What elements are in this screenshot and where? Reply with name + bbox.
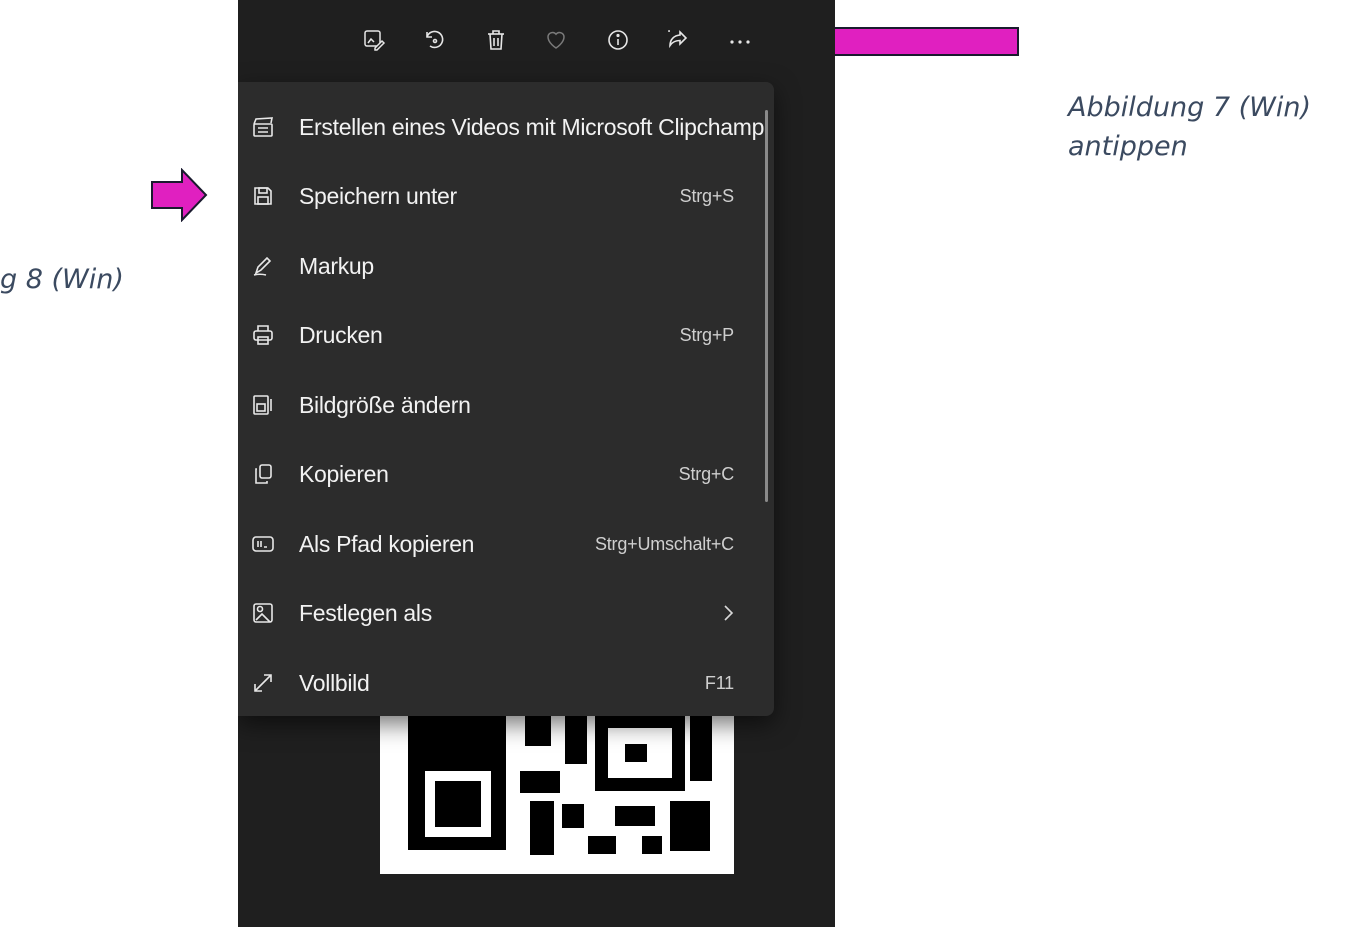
menu-item-shortcut: Strg+P: [679, 324, 735, 345]
photos-app-window: Erstellen eines Videos mit Microsoft Cli…: [238, 0, 835, 927]
chevron-right-icon: [724, 605, 734, 621]
print-icon: [250, 322, 276, 348]
fullscreen-icon: [250, 670, 276, 696]
info-button[interactable]: [600, 22, 636, 58]
delete-icon: [488, 30, 504, 50]
edit-image-button[interactable]: [356, 22, 392, 58]
menu-item-shortcut: F11: [704, 672, 734, 693]
menu-item-shortcut: Strg+S: [679, 185, 735, 206]
caption-abbildung-8: g 8 (Win): [0, 264, 124, 295]
menu-item-label: Vollbild: [299, 669, 370, 696]
menu-item-shortcut: Strg+Umschalt+C: [594, 533, 734, 554]
menu-item-save-as[interactable]: Speichern unter Strg+S: [238, 166, 758, 226]
caption-line-1: Abbildung 7 (Win): [1068, 92, 1311, 123]
copy-path-icon: [250, 531, 276, 557]
caption-abbildung-7: Abbildung 7 (Win) antippen: [1068, 88, 1358, 166]
resize-icon: [250, 392, 276, 418]
menu-item-markup[interactable]: Markup: [238, 236, 758, 296]
favorite-button[interactable]: [538, 22, 574, 58]
menu-item-label: Als Pfad kopieren: [299, 530, 475, 557]
clipchamp-icon: [250, 114, 276, 140]
menu-item-clipchamp[interactable]: Erstellen eines Videos mit Microsoft Cli…: [238, 97, 764, 157]
menu-item-resize[interactable]: Bildgröße ändern: [238, 375, 758, 435]
rotate-button[interactable]: [416, 22, 452, 58]
menu-item-label: Kopieren: [299, 460, 389, 487]
menu-item-shortcut: Strg+C: [678, 463, 735, 484]
menu-item-print[interactable]: Drucken Strg+P: [238, 305, 758, 365]
menu-item-label: Festlegen als: [299, 599, 432, 626]
arrow-right-pointing-icon: [151, 168, 208, 222]
menu-item-label: Drucken: [299, 321, 383, 348]
favorite-icon: [547, 31, 565, 49]
copy-icon: [250, 461, 276, 487]
more-icon: [730, 40, 750, 44]
save-icon: [250, 183, 276, 209]
caption-line-2: antippen: [1068, 131, 1188, 162]
markup-icon: [250, 253, 276, 279]
share-icon: [668, 30, 688, 49]
edit-image-icon: [364, 30, 386, 51]
delete-button[interactable]: [478, 22, 514, 58]
menu-scrollbar[interactable]: [765, 110, 768, 502]
menu-item-fullscreen[interactable]: Vollbild F11: [238, 653, 758, 713]
qr-code-image: [380, 716, 734, 874]
toolbar: [238, 0, 835, 78]
menu-item-set-as[interactable]: Festlegen als: [238, 583, 758, 643]
set-as-icon: [250, 600, 276, 626]
menu-item-label: Markup: [299, 252, 374, 279]
menu-item-copy-path[interactable]: Als Pfad kopieren Strg+Umschalt+C: [238, 514, 758, 574]
menu-item-label: Bildgröße ändern: [299, 391, 471, 418]
menu-item-label: Erstellen eines Videos mit Microsoft Cli…: [299, 113, 765, 140]
menu-item-label: Speichern unter: [299, 182, 457, 209]
menu-item-copy[interactable]: Kopieren Strg+C: [238, 444, 758, 504]
more-options-menu: Erstellen eines Videos mit Microsoft Cli…: [238, 82, 774, 716]
more-options-button[interactable]: [722, 22, 758, 58]
share-button[interactable]: [660, 22, 696, 58]
info-icon: [608, 30, 628, 50]
rotate-icon: [426, 30, 444, 49]
qr-code-icon: [408, 716, 712, 855]
